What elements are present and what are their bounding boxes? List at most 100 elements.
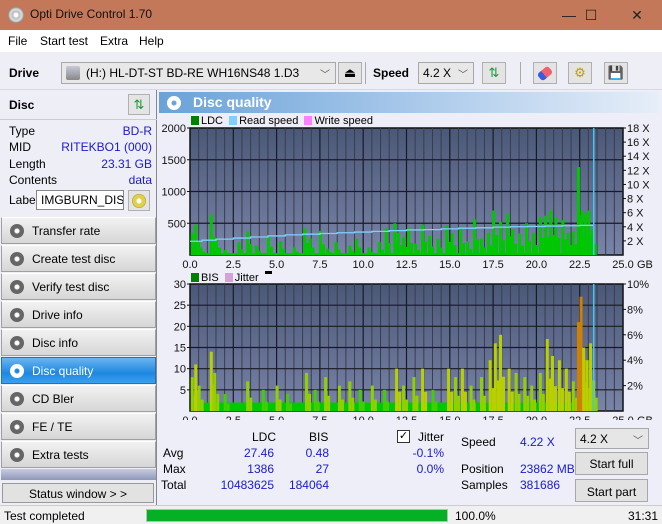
y-tick-label: 10 [174,364,186,376]
info-row-mid: MID RITEKBO1 (000) [9,140,152,156]
bis-bar [447,368,451,411]
ldc-bar [528,240,532,255]
erase-icon [536,65,554,81]
bis-bar [538,372,542,411]
settings-button[interactable]: ⚙ [568,62,592,84]
x-tick-label: 12.5 [396,415,417,420]
bis-bar [190,377,194,411]
nav-transfer-rate[interactable]: Transfer rate [1,217,156,244]
status-window-button[interactable]: Status window > > [2,483,154,503]
charts-svg: 500 1000 1500 2000 2 X 4 X 6 X 8 X 10 X 12 X 14 X 1… [162,123,653,420]
menu-help[interactable]: Help [139,34,164,48]
save-button[interactable]: 💾 [604,62,628,84]
bis-bar [431,389,435,411]
y2-tick-label: 10 X [627,179,650,191]
bis-bar [472,399,476,411]
nav-label: Disc info [32,336,79,350]
maximize-button[interactable]: ☐ [568,0,614,30]
nav-label: Disc quality [32,364,94,378]
x-tick-label: 20.0 [526,259,547,271]
ldc-bar [492,210,496,255]
jitter-checkbox[interactable]: ✓ [397,430,410,443]
bis-bar [576,322,580,411]
bis-bar [313,389,317,411]
nav-drive-info[interactable]: Drive info [1,301,156,328]
bis-bar [288,403,292,411]
bis-bar [358,389,362,411]
bis-bar [327,395,331,411]
ldc-bar [518,233,522,255]
progress-text: 100.0% [455,509,496,523]
disc-refresh-button[interactable]: ⇅ [128,94,150,115]
ldc-bar [473,219,477,255]
x-tick-label: 2.5 [226,259,241,271]
nav-extra-tests[interactable]: Extra tests [1,441,156,468]
app-disc-icon [8,7,24,23]
speed-select[interactable]: 4.2 X ﹀ [418,62,474,84]
ldc-bar [439,247,443,255]
test-speed-select[interactable]: 4.2 X ﹀ [575,428,649,449]
close-button[interactable]: ✕ [614,0,660,30]
ldc-bar [521,245,525,255]
bis-bar [553,386,557,411]
verify-test-disc-icon [10,280,24,294]
bis-bar [264,401,268,411]
x-tick-label: 10.0 [352,415,373,420]
ldc-bar [303,228,307,255]
stats-total-bis: 184064 [288,478,329,492]
ldc-bar [254,245,258,255]
stats-area: LDC BIS Avg 27.46 0.48 -0.1% Max 1386 27… [157,428,662,505]
bis-bar [488,360,492,411]
ldc-chart: 500 1000 1500 2000 2 X 4 X 6 X 8 X 10 X 12 X 14 X 1… [162,123,653,271]
left-panel: Disc ⇅ Type BD-R MID RITEKBO1 (000) Length… [0,90,157,505]
create-test-disc-icon [10,252,24,266]
start-part-button[interactable]: Start part [575,479,648,502]
eject-button[interactable]: ⏏ [338,62,362,84]
ldc-bar [502,240,506,255]
label-disc-button[interactable] [128,190,150,211]
label-input[interactable]: IMGBURN_DIS [36,190,124,210]
x-tick-label: 22.5 [569,259,590,271]
bis-bar [526,395,530,411]
ldc-bar [240,249,244,255]
nav-create-test-disc[interactable]: Create test disc [1,245,156,272]
nav-verify-test-disc[interactable]: Verify test disc [1,273,156,300]
y-tick-label: 30 [174,279,186,291]
y2-tick-label: 6% [627,330,643,342]
drive-select[interactable]: (H:) HL-DT-ST BD-RE WH16NS48 1.D3 ﹀ [61,62,336,84]
ldc-bar [237,242,241,255]
nav-disc-info[interactable]: Disc info [1,329,156,356]
bis-bar [510,391,514,411]
ldc-bar [462,242,466,255]
ldc-bar [580,210,584,255]
refresh-button[interactable]: ⇅ [482,62,506,84]
ldc-bar [266,235,270,255]
disc-icon [132,193,146,208]
ldc-bar [459,228,463,255]
x-tick-label: 22.5 [569,415,590,420]
ldc-bar [566,232,570,255]
position-label: Position [461,462,504,476]
start-full-button[interactable]: Start full [575,452,648,475]
toolbar-divider [365,62,366,84]
bis-bar [541,393,545,411]
menu-file[interactable]: File [8,34,27,48]
ldc-bar [505,213,509,255]
bis-bar [200,399,204,411]
menu-start-test[interactable]: Start test [40,34,88,48]
eject-icon: ⏏ [343,65,357,80]
bis-bar [213,372,217,411]
stats-col-bis: BIS [309,430,329,444]
erase-button[interactable] [533,62,557,84]
stats-max-bis: 27 [315,462,329,476]
menu-extra[interactable]: Extra [100,34,128,48]
nav-spacer [1,469,156,480]
ldc-bar [393,223,397,255]
nav-fe-te[interactable]: FE / TE [1,413,156,440]
ldc-bar [282,248,286,255]
nav-disc-quality[interactable]: Disc quality [1,357,156,384]
info-value: data [128,173,152,187]
bis-bar [305,372,309,411]
ldc-bar [466,241,470,255]
nav-cd-bler[interactable]: CD Bler [1,385,156,412]
